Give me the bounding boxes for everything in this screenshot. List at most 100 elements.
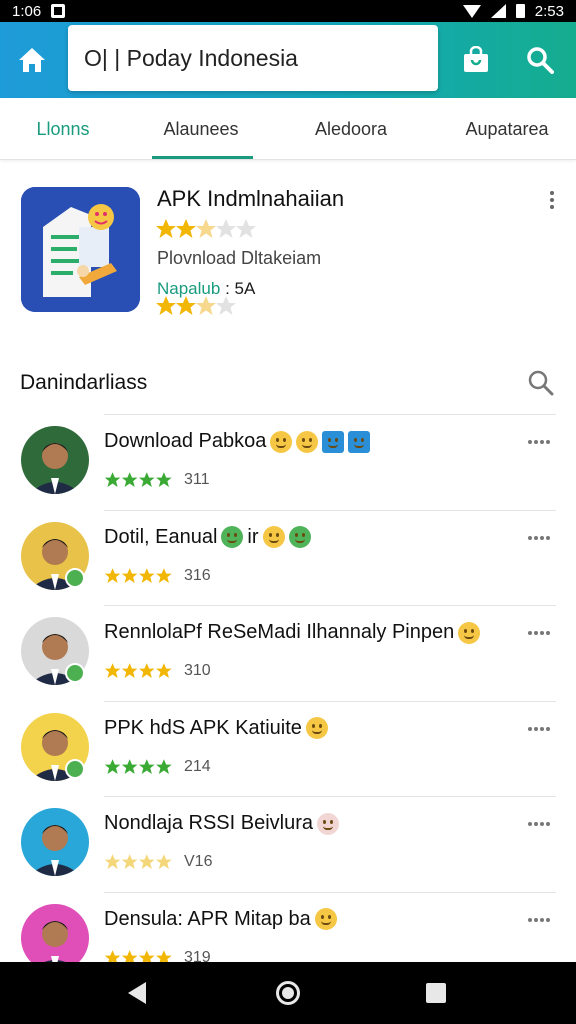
search-icon	[528, 370, 554, 396]
tab-alaunees[interactable]: Alaunees	[138, 98, 264, 160]
avatar	[21, 808, 89, 876]
list-item[interactable]: RennlolaPf ReSeMadi Ilhannaly Pinpen 310	[0, 605, 576, 700]
wifi-icon	[462, 4, 481, 18]
list-item-title-text: Densula: APR Mitap ba	[104, 907, 311, 930]
tab-bar: Llonns Alaunees Aledoora Aupatarea	[0, 98, 576, 160]
list-item-rating: 214	[104, 757, 211, 777]
list-item-title-text: Nondlaja RSSI Beivlura	[104, 812, 313, 834]
battery-icon	[515, 4, 525, 18]
list-item-title-extra: ir	[247, 525, 259, 548]
rating-stars	[104, 567, 172, 583]
rating-stars	[104, 663, 172, 678]
search-field[interactable]	[68, 25, 438, 91]
signal-icon	[490, 4, 506, 18]
list-item-rating: 316	[104, 566, 211, 586]
more-horiz-icon	[528, 726, 532, 731]
verified-badge-icon	[65, 663, 85, 683]
emoji-icon	[270, 430, 293, 453]
rating-stars	[104, 854, 172, 869]
home-button[interactable]	[8, 36, 56, 84]
battery-time: 2:53	[534, 2, 564, 20]
list-item-rating: V16	[104, 852, 212, 872]
more-options-button[interactable]	[524, 723, 554, 735]
avatar	[21, 426, 89, 494]
emoji-icon	[296, 430, 319, 453]
featured-rating-stars-2	[155, 295, 265, 322]
list-item-title-text: Dotil, Eanual	[104, 525, 218, 548]
verified-badge-icon	[65, 567, 85, 588]
more-horiz-icon	[528, 535, 532, 540]
more-options-button[interactable]	[524, 436, 554, 448]
clock: 1:06	[12, 2, 42, 20]
rating-count: 311	[184, 471, 210, 488]
rating-count: 316	[184, 566, 211, 584]
back-icon[interactable]	[128, 982, 146, 1004]
more-options-button[interactable]	[524, 818, 554, 830]
emoji-icon	[314, 908, 337, 930]
list-item-title: Download Pabkoa	[104, 430, 371, 453]
list-divider	[104, 605, 556, 606]
rating-count: V16	[184, 853, 213, 870]
rating-stars	[104, 472, 172, 487]
rating-count: 214	[184, 757, 211, 775]
emoji-icon	[317, 812, 339, 835]
featured-app-title: APK Indmlnahaiian	[157, 186, 345, 211]
list-divider	[104, 796, 556, 797]
list-item-title: Dotil, Eanual ir	[104, 526, 311, 549]
list-item-title-text: Download Pabkoa	[104, 430, 267, 452]
featured-rating-stars	[155, 218, 265, 245]
status-bar: 1:06 2:53	[0, 0, 576, 22]
list-item-title-text: PPK hdS APK Katiuite	[104, 716, 302, 739]
list-divider	[104, 891, 556, 893]
list-divider	[104, 700, 556, 702]
search-input[interactable]	[84, 44, 438, 72]
more-options-button[interactable]	[524, 532, 554, 544]
tab-llonns[interactable]: Llonns	[0, 98, 126, 160]
more-horiz-icon	[528, 822, 532, 826]
search-button[interactable]	[516, 36, 564, 84]
list-divider	[104, 509, 556, 511]
emoji-icon	[348, 430, 371, 453]
emoji-icon	[221, 526, 244, 548]
emoji-icon	[262, 526, 285, 548]
list-item-title: Densula: APR Mitap ba	[104, 908, 337, 931]
rating-stars	[104, 758, 172, 774]
emoji-icon	[288, 526, 311, 548]
featured-app-card[interactable]: APK Indmlnahaiian Plovnload Dltakeiam Na…	[0, 162, 576, 332]
rating-count: 310	[184, 662, 211, 679]
emoji-icon	[322, 430, 345, 453]
list-item-rating: 310	[104, 661, 211, 681]
tab-aledoora[interactable]: Aledoora	[288, 98, 414, 160]
tab-aupatarea[interactable]: Aupatarea	[442, 98, 572, 160]
list-item[interactable]: Download Pabkoa 311	[0, 414, 576, 509]
list-item-title: PPK hdS APK Katiuite	[104, 717, 328, 740]
app-bar	[0, 22, 576, 98]
list-item-title: RennlolaPf ReSeMadi Ilhannaly Pinpen	[104, 621, 481, 644]
featured-more-button[interactable]	[540, 186, 564, 214]
store-button[interactable]	[452, 36, 500, 84]
section-title: Danindarliass	[20, 371, 148, 394]
more-horiz-icon	[528, 631, 532, 635]
list-item-title-text: RennlolaPf ReSeMadi Ilhannaly Pinpen	[104, 621, 455, 643]
more-options-button[interactable]	[524, 914, 554, 926]
more-horiz-icon	[528, 440, 532, 444]
list-item-rating: 311	[104, 470, 210, 490]
home-icon	[19, 48, 45, 72]
list-item[interactable]: Nondlaja RSSI Beivlura V16	[0, 796, 576, 891]
list-divider	[104, 414, 556, 415]
emoji-icon	[305, 717, 328, 739]
section-search-button[interactable]	[524, 366, 558, 400]
list-item[interactable]: PPK hdS APK Katiuite 214	[0, 700, 576, 796]
featured-app-icon	[21, 187, 140, 312]
list-item-title: Nondlaja RSSI Beivlura	[104, 812, 339, 835]
more-horiz-icon	[528, 917, 532, 922]
more-options-button[interactable]	[524, 627, 554, 639]
tab-indicator	[152, 156, 253, 159]
featured-app-subtitle: Plovnload Dltakeiam	[157, 248, 322, 268]
verified-badge-icon	[65, 758, 85, 779]
more-vert-icon	[550, 191, 554, 195]
list-item[interactable]: Dotil, Eanual ir 316	[0, 509, 576, 605]
navigation-bar	[0, 962, 576, 1024]
home-circle-icon[interactable]	[276, 981, 300, 1005]
recent-apps-icon[interactable]	[426, 983, 446, 1003]
